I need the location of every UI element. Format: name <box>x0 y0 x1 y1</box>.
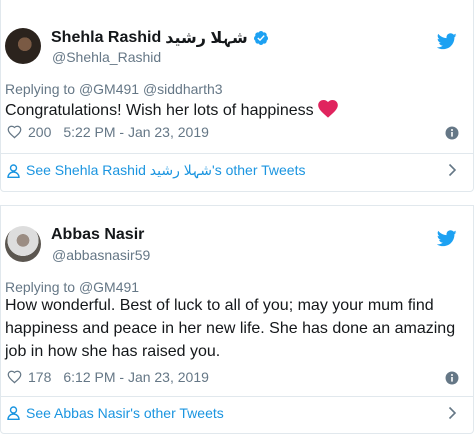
replying-to-line: Replying to @GM491 <box>5 279 139 295</box>
avatar[interactable] <box>5 226 41 262</box>
tweet-text: How wonderful. Best of luck to all of yo… <box>5 297 456 360</box>
timestamp[interactable]: 5:22 PM - Jan 23, 2019 <box>63 124 209 140</box>
verified-badge-icon <box>253 31 268 45</box>
divider <box>1 396 473 397</box>
replying-to-label: Replying to <box>5 81 76 97</box>
tweet-text: Congratulations! Wish her lots of happin… <box>5 99 461 122</box>
avatar[interactable] <box>5 28 41 64</box>
tweet-card: Shehla Rashid شہلا رشید @Shehla_Rashid R… <box>0 0 474 192</box>
person-icon <box>7 163 20 178</box>
replying-to-mentions[interactable]: @GM491 @siddharth3 <box>79 81 223 97</box>
author-name-line[interactable]: Shehla Rashid شہلا رشید <box>51 28 269 48</box>
author-handle[interactable]: @Shehla_Rashid <box>52 49 161 65</box>
see-other-tweets-link[interactable]: See Abbas Nasir's other Tweets <box>7 405 473 421</box>
author-name-line[interactable]: Abbas Nasir <box>51 226 144 244</box>
replying-to-label: Replying to <box>5 279 76 295</box>
timestamp[interactable]: 6:12 PM - Jan 23, 2019 <box>63 369 209 385</box>
red-heart-emoji-icon <box>317 100 338 118</box>
replying-to-line: Replying to @GM491 @siddharth3 <box>5 81 223 97</box>
author-handle[interactable]: @abbasnasir59 <box>52 247 150 263</box>
see-other-tweets-link[interactable]: See Shehla Rashid شہلا رشید's other Twee… <box>7 162 473 179</box>
like-count[interactable]: 178 <box>28 369 51 385</box>
see-other-tweets-label[interactable]: See Abbas Nasir's other Tweets <box>26 405 224 421</box>
tweet-meta: 178 6:12 PM - Jan 23, 2019 <box>7 369 209 385</box>
tweet-meta: 200 5:22 PM - Jan 23, 2019 <box>7 124 209 140</box>
person-icon <box>7 406 20 420</box>
chevron-right-icon[interactable] <box>448 163 457 177</box>
like-count[interactable]: 200 <box>28 124 51 140</box>
display-name[interactable]: Shehla Rashid <box>51 29 161 47</box>
heart-icon[interactable] <box>7 125 22 139</box>
replying-to-mentions[interactable]: @GM491 <box>79 279 139 295</box>
twitter-bird-icon[interactable] <box>437 33 457 50</box>
divider <box>1 153 473 154</box>
tweet-text-content: Congratulations! Wish her lots of happin… <box>5 102 314 119</box>
display-name-urdu[interactable]: شہلا رشید <box>165 28 247 48</box>
display-name[interactable]: Abbas Nasir <box>51 226 144 244</box>
tweet-card: Abbas Nasir @abbasnasir59 Replying to @G… <box>0 205 474 434</box>
twitter-bird-icon[interactable] <box>437 230 457 247</box>
chevron-right-icon[interactable] <box>448 406 457 420</box>
info-icon[interactable] <box>445 371 459 385</box>
heart-icon[interactable] <box>7 370 22 384</box>
see-other-tweets-label[interactable]: See Shehla Rashid شہلا رشید's other Twee… <box>26 162 305 179</box>
info-icon[interactable] <box>445 126 459 140</box>
